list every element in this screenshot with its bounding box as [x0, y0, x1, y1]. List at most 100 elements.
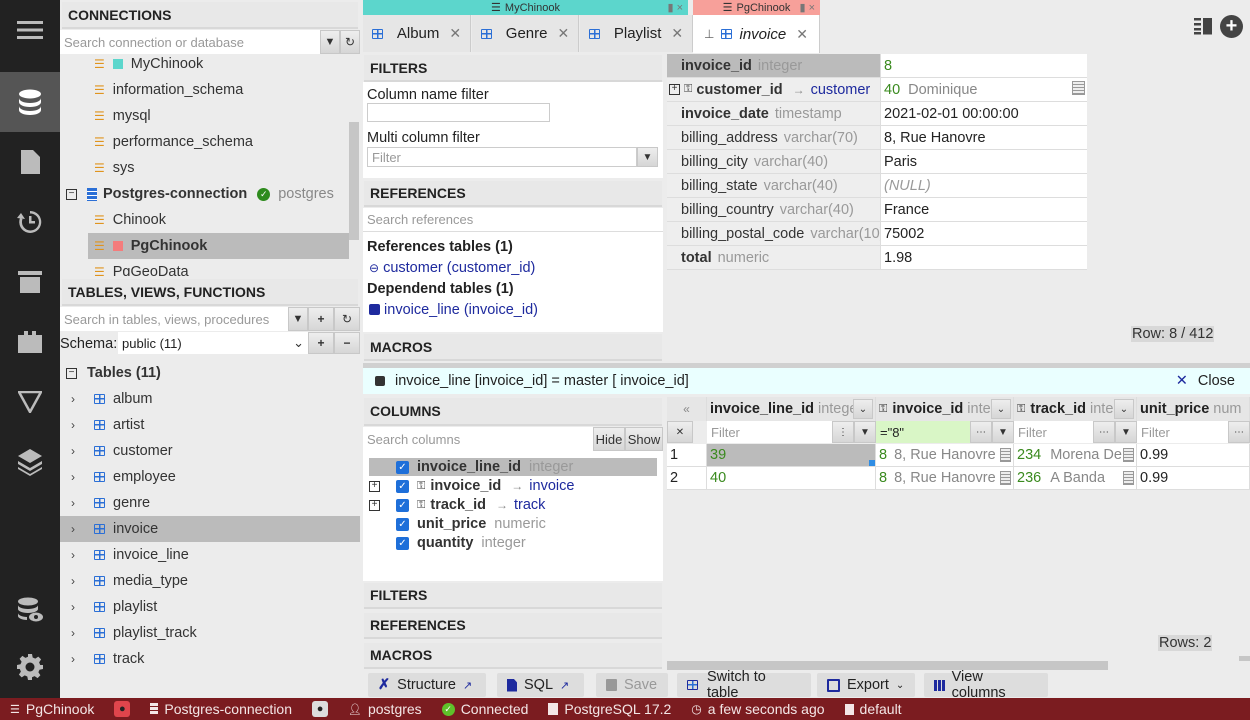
field-value[interactable]: 75002	[881, 222, 1087, 245]
table-item-invoice[interactable]: › invoice	[60, 516, 360, 542]
tree-item-information-schema[interactable]: ☰ information_schema	[94, 77, 243, 103]
schema-add-button[interactable]: +	[308, 332, 334, 354]
close-icon[interactable]: ✕	[796, 26, 808, 43]
tables-group[interactable]: − Tables (11)	[66, 360, 161, 386]
save-button[interactable]: Save	[596, 673, 668, 697]
chevron-right-icon[interactable]: ›	[66, 652, 80, 666]
column-ref[interactable]: invoice	[529, 478, 574, 494]
connection-filter-button[interactable]: ▼	[320, 30, 340, 54]
history-icon[interactable]	[0, 192, 60, 252]
references-header[interactable]: REFERENCES	[364, 181, 662, 207]
chevron-right-icon[interactable]: ›	[66, 418, 80, 432]
layers-icon[interactable]	[0, 432, 60, 492]
group-close-icon[interactable]: ▮ ×	[799, 1, 815, 14]
lookup-icon[interactable]	[1123, 471, 1134, 485]
table-item-invoice-line[interactable]: › invoice_line	[60, 542, 360, 568]
plugin-icon[interactable]	[0, 312, 60, 372]
table-item-employee[interactable]: › employee	[60, 464, 360, 490]
chevron-right-icon[interactable]: ›	[66, 600, 80, 614]
column-ref[interactable]: track	[514, 497, 545, 513]
row-number[interactable]: 2	[667, 467, 707, 490]
filter-icon[interactable]	[0, 372, 60, 432]
column-checkbox[interactable]: ✓	[396, 460, 409, 474]
field-value[interactable]: 2021-02-01 00:00:00	[881, 102, 1087, 125]
filter-apply-button[interactable]: ▼	[854, 421, 876, 443]
chevron-right-icon[interactable]: ›	[66, 392, 80, 406]
references-search-input[interactable]: Search references	[363, 208, 663, 232]
collapse-panel-button[interactable]: «	[667, 397, 707, 421]
columns-search-input[interactable]: Search columns	[363, 427, 593, 451]
column-menu-button[interactable]: ⌄	[1114, 399, 1134, 419]
sql-button[interactable]: SQL ↗	[497, 673, 584, 697]
column-checkbox[interactable]: ✓	[396, 498, 409, 512]
table-item-artist[interactable]: › artist	[60, 412, 360, 438]
grid-cell[interactable]: 0.99	[1137, 467, 1250, 490]
expand-icon[interactable]: +	[669, 84, 680, 95]
grid-cell[interactable]: 40	[707, 467, 876, 490]
grid-cell[interactable]: 8 8, Rue Hanovre	[876, 444, 1014, 467]
split-view-icon[interactable]	[1194, 17, 1216, 35]
table-item-playlist-track[interactable]: › playlist_track	[60, 620, 360, 646]
fill-handle[interactable]	[869, 460, 875, 466]
database-icon[interactable]	[0, 72, 60, 132]
grid-header-invoice-line-id[interactable]: invoice_line_id intege ⌄	[707, 397, 876, 421]
collapse-icon[interactable]: −	[66, 367, 77, 379]
connection-search-input[interactable]: Search connection or database	[60, 30, 320, 54]
tree-item-pgchinook[interactable]: ☰ PgChinook	[88, 233, 349, 259]
column-filter-input[interactable]: Filter	[1014, 421, 1093, 443]
column-checkbox[interactable]: ✓	[396, 479, 409, 493]
grid-vertical-scrollbar[interactable]	[1239, 656, 1250, 661]
table-item-customer[interactable]: › customer	[60, 438, 360, 464]
connection-refresh-button[interactable]: ↻	[340, 30, 360, 54]
chevron-right-icon[interactable]: ›	[66, 574, 80, 588]
close-icon[interactable]: ✕	[557, 25, 569, 42]
table-item-genre[interactable]: › genre	[60, 490, 360, 516]
column-item-invoice-id[interactable]: + ✓ ⚿ invoice_id → invoice	[369, 477, 657, 495]
archive-icon[interactable]	[0, 252, 60, 312]
tree-item-performance-schema[interactable]: ☰ performance_schema	[94, 129, 253, 155]
table-item-track[interactable]: › track	[60, 646, 360, 672]
tree-item-pggeodata[interactable]: ☰ PgGeoData	[94, 259, 189, 276]
pin-icon[interactable]: ⊥	[704, 27, 714, 41]
chevron-right-icon[interactable]: ›	[66, 496, 80, 510]
field-value[interactable]: 8	[881, 54, 1087, 77]
view-columns-button[interactable]: View columns	[924, 669, 1048, 701]
add-tab-button[interactable]: +	[1220, 15, 1243, 38]
chevron-right-icon[interactable]: ›	[66, 444, 80, 458]
detail-filters-header[interactable]: FILTERS	[364, 583, 662, 609]
chevron-right-icon[interactable]: ›	[66, 522, 80, 536]
file-icon[interactable]	[0, 132, 60, 192]
detail-references-header[interactable]: REFERENCES	[364, 613, 662, 639]
tree-item-mysql[interactable]: ☰ mysql	[94, 103, 151, 129]
filter-options-button[interactable]: ⋯	[1093, 421, 1115, 443]
macros-header[interactable]: MACROS	[364, 334, 662, 361]
column-item-quantity[interactable]: ✓ quantity integer	[369, 534, 657, 552]
structure-button[interactable]: ✗ Structure ↗	[368, 673, 486, 697]
show-columns-button[interactable]: Show	[625, 427, 663, 451]
column-filter-input[interactable]: Filter	[1137, 421, 1228, 443]
tab-genre[interactable]: Genre ✕	[472, 15, 579, 52]
grid-cell[interactable]: 0.99	[1137, 444, 1250, 467]
lookup-icon[interactable]	[1000, 448, 1011, 462]
tab-invoice[interactable]: ⊥ invoice ✕	[693, 15, 820, 53]
detail-macros-header[interactable]: MACROS	[364, 643, 662, 669]
column-item-track-id[interactable]: + ✓ ⚿ track_id → track	[369, 496, 657, 514]
field-value[interactable]: (NULL)	[881, 174, 1087, 197]
dependend-link-invoice-line[interactable]: invoice_line (invoice_id)	[369, 302, 538, 318]
column-checkbox[interactable]: ✓	[396, 536, 409, 550]
column-item-unit-price[interactable]: ✓ unit_price numeric	[369, 515, 657, 533]
column-item-invoice-line-id[interactable]: ✓ invoice_line_id integer	[369, 458, 657, 476]
objects-add-button[interactable]: +	[308, 307, 334, 331]
objects-refresh-button[interactable]: ↻	[334, 307, 360, 331]
grid-header-track-id[interactable]: ⚿ track_id inte ⌄	[1014, 397, 1137, 421]
database-eye-icon[interactable]	[0, 580, 60, 640]
grid-header-unit-price[interactable]: unit_price num	[1137, 397, 1250, 421]
column-name-filter-input[interactable]	[367, 103, 550, 122]
tab-playlist[interactable]: Playlist ✕	[580, 15, 693, 52]
export-button[interactable]: Export ⌄	[817, 673, 915, 697]
settings-icon[interactable]	[0, 637, 60, 697]
filter-options-button[interactable]: ⋯	[970, 421, 992, 443]
tree-item-chinook[interactable]: ☰ Chinook	[94, 207, 166, 233]
multi-column-filter-input[interactable]: Filter	[367, 147, 637, 167]
chevron-right-icon[interactable]: ›	[66, 470, 80, 484]
